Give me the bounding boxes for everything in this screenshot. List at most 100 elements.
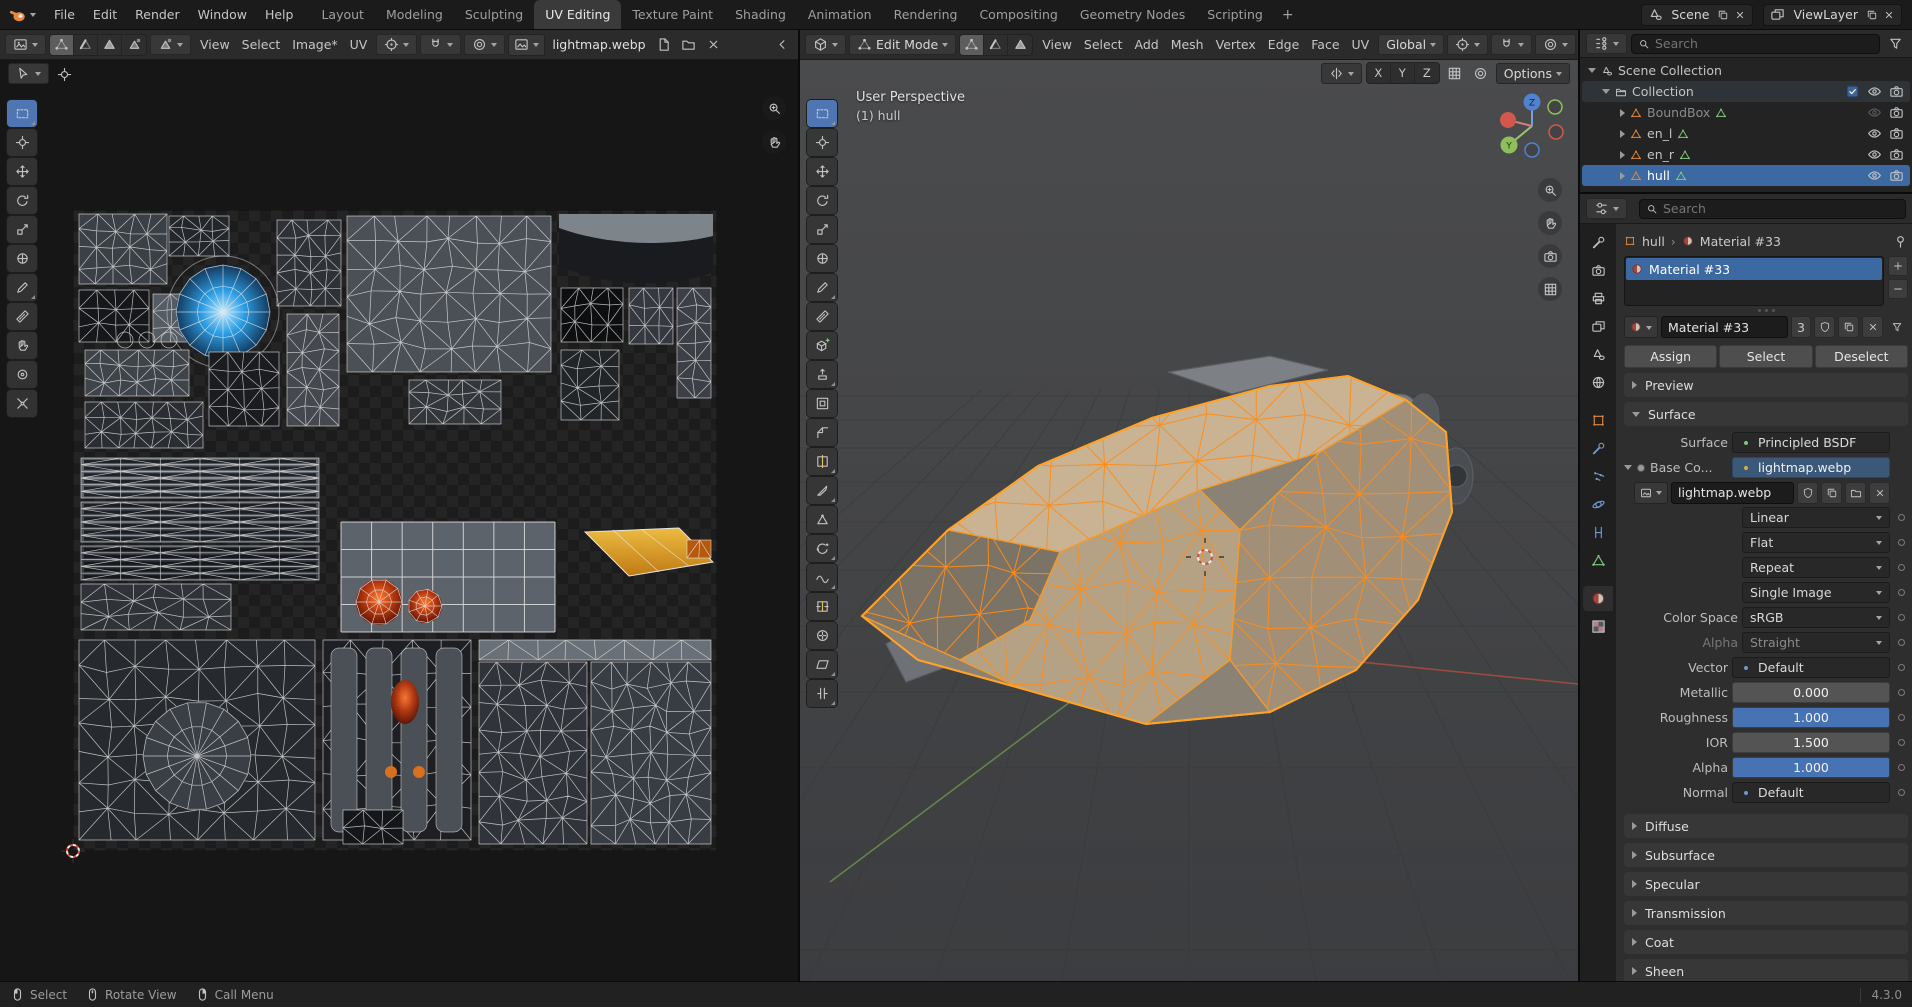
viewlayer-selector[interactable]: ViewLayer [1763, 4, 1902, 26]
vp-menu-select[interactable]: Select [1078, 34, 1129, 55]
workspace-tab-shading[interactable]: Shading [724, 0, 797, 29]
pivot-select[interactable] [1447, 34, 1488, 55]
vp-menu-add[interactable]: Add [1128, 34, 1164, 55]
tool-extrude[interactable] [807, 361, 837, 388]
scene-collection-label[interactable]: Scene Collection [1618, 63, 1722, 78]
tab-data[interactable] [1583, 548, 1613, 573]
uv-sidebar-toggle[interactable] [771, 34, 793, 56]
tool-smooth[interactable] [807, 564, 837, 591]
image-copy-button[interactable] [1821, 482, 1842, 504]
vector-input-button[interactable]: Default [1732, 657, 1890, 678]
workspace-tab-sculpting[interactable]: Sculpting [454, 0, 534, 29]
image-fake-user-button[interactable] [1797, 482, 1818, 504]
hide-toggle[interactable] [1867, 105, 1882, 120]
vp-menu-uv[interactable]: UV [1346, 34, 1376, 55]
uv-menu-uv[interactable]: UV [344, 34, 374, 55]
tool-cursor[interactable] [7, 129, 37, 156]
uv-tool-settings-button[interactable] [8, 63, 49, 84]
object-name[interactable]: en_l [1647, 126, 1672, 141]
mirror-axes-button[interactable] [1321, 63, 1362, 84]
image-name-field[interactable]: lightmap.webp [1671, 482, 1794, 504]
panel-specular[interactable]: Specular [1624, 872, 1908, 896]
select-button[interactable]: Select [1719, 345, 1812, 368]
tool-rotate[interactable] [807, 187, 837, 214]
workspace-tab-animation[interactable]: Animation [797, 0, 883, 29]
pan-button[interactable] [1538, 211, 1562, 235]
symmetry-z-toggle[interactable]: Z [1415, 63, 1439, 83]
tool-rotate[interactable] [7, 187, 37, 214]
render-visibility-toggle[interactable] [1889, 168, 1904, 183]
extension-select[interactable]: Repeat [1742, 557, 1890, 578]
vp-menu-mesh[interactable]: Mesh [1165, 34, 1210, 55]
tab-output[interactable] [1583, 286, 1613, 311]
collection-label[interactable]: Collection [1632, 84, 1694, 99]
uv-mode-edge[interactable] [74, 35, 98, 55]
snap-grid-toggle[interactable] [1444, 62, 1466, 84]
projection-select[interactable]: Flat [1742, 532, 1890, 553]
proportional-edit-button[interactable] [1535, 34, 1576, 55]
material-browse-button[interactable] [1624, 316, 1658, 338]
viewport-editor-type-button[interactable] [805, 34, 846, 55]
new-image-button[interactable] [653, 34, 675, 56]
render-visibility-toggle[interactable] [1889, 84, 1904, 99]
hide-toggle[interactable] [1867, 147, 1882, 162]
camera-view-button[interactable] [1538, 244, 1562, 268]
workspace-tab-modeling[interactable]: Modeling [375, 0, 454, 29]
uv-menu-view[interactable]: View [194, 34, 236, 55]
unlink-scene-icon[interactable] [1734, 9, 1746, 21]
menu-edit[interactable]: Edit [84, 4, 126, 25]
color-space-select[interactable]: sRGB [1742, 607, 1890, 628]
workspace-tab-uv-editing[interactable]: UV Editing [534, 0, 621, 29]
tool-measure[interactable] [7, 303, 37, 330]
uv-snap-button[interactable] [420, 34, 461, 55]
uv-2d-cursor[interactable] [60, 838, 86, 864]
hide-toggle[interactable] [1867, 126, 1882, 141]
outliner-row-hull[interactable]: hull [1582, 165, 1910, 186]
tool-shrink[interactable] [807, 622, 837, 649]
new-material-button[interactable] [1838, 316, 1859, 338]
panel-transmission[interactable]: Transmission [1624, 901, 1908, 925]
remove-viewlayer-icon[interactable] [1883, 9, 1895, 21]
uv-pan-button[interactable] [762, 130, 786, 154]
symmetry-y-toggle[interactable]: Y [1391, 63, 1415, 83]
tab-constraints[interactable] [1583, 520, 1613, 545]
image-browse-button[interactable] [508, 34, 545, 56]
object-name[interactable]: hull [1647, 168, 1670, 183]
vertex-select-button[interactable] [960, 35, 984, 55]
workspace-tab-compositing[interactable]: Compositing [968, 0, 1068, 29]
tool-polybuild[interactable] [807, 506, 837, 533]
uv-sticky-select-button[interactable] [150, 34, 191, 55]
tool-grab[interactable] [7, 332, 37, 359]
deselect-button[interactable]: Deselect [1815, 345, 1908, 368]
outliner-search[interactable] [1631, 34, 1880, 54]
outliner-row-boundbox[interactable]: BoundBox [1582, 102, 1910, 123]
roughness-slider[interactable]: 1.000 [1732, 707, 1890, 728]
uv-proportional-button[interactable] [464, 34, 505, 55]
tab-object[interactable] [1583, 408, 1613, 433]
tool-bevel[interactable] [807, 419, 837, 446]
remove-slot-button[interactable] [1888, 279, 1908, 299]
uv-pivot-button[interactable] [376, 34, 417, 55]
uv-canvas[interactable] [0, 60, 798, 981]
snap-button[interactable] [1491, 34, 1532, 55]
uv-tool-settings-toggle[interactable] [53, 63, 75, 85]
uv-mode-island[interactable] [122, 35, 146, 55]
add-slot-button[interactable] [1888, 256, 1908, 276]
expand-icon[interactable] [1588, 68, 1596, 73]
tool-transform[interactable] [807, 245, 837, 272]
orientation-select[interactable]: Global [1378, 34, 1444, 55]
exclude-checkbox[interactable] [1845, 84, 1860, 99]
ior-slider[interactable]: 1.500 [1732, 732, 1890, 753]
tab-particles[interactable] [1583, 464, 1613, 489]
viewport-canvas[interactable] [800, 60, 1578, 981]
collapse-icon[interactable] [1624, 465, 1632, 470]
tool-cursor[interactable] [807, 129, 837, 156]
material-users-button[interactable]: 3 [1791, 316, 1811, 338]
interpolation-select[interactable]: Linear [1742, 507, 1890, 528]
alpha-slider[interactable]: 1.000 [1732, 757, 1890, 778]
outliner-search-input[interactable] [1655, 36, 1873, 51]
surface-shader-button[interactable]: Principled BSDF [1732, 432, 1890, 453]
outliner-row-collection[interactable]: Collection [1582, 81, 1910, 102]
tool-inset[interactable] [807, 390, 837, 417]
viewlayer-name[interactable]: ViewLayer [1790, 7, 1861, 22]
